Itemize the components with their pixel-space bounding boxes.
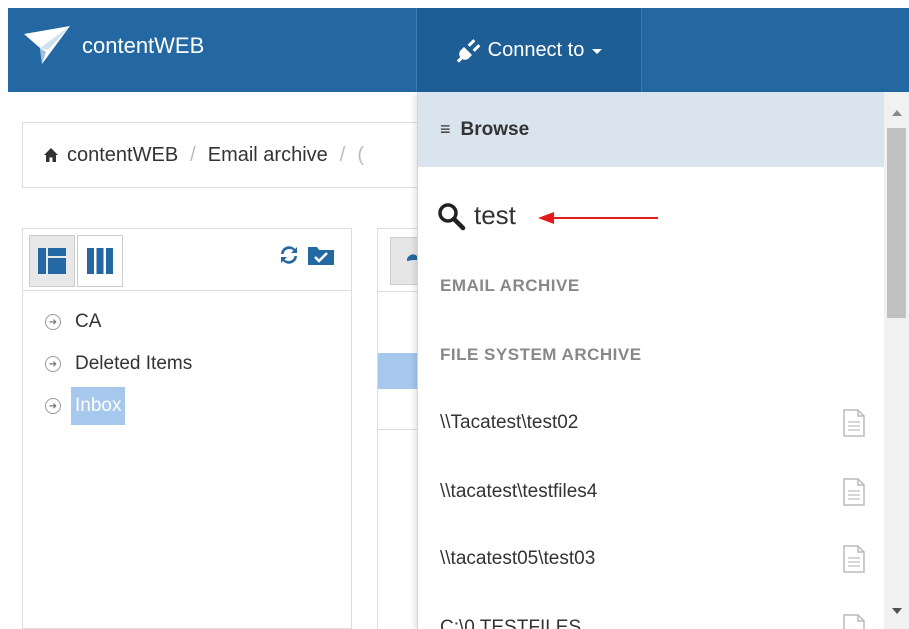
search-input[interactable]: [474, 200, 544, 231]
tree-item-label: Inbox: [71, 387, 126, 425]
plug-icon: [456, 39, 481, 63]
home-icon: [44, 148, 58, 162]
breadcrumb-item-truncated: (: [357, 143, 365, 166]
arrow-circle-right-icon: ➜: [45, 314, 61, 330]
browse-label: Browse: [460, 118, 530, 140]
columns-icon: [87, 248, 113, 274]
refresh-icon[interactable]: [277, 243, 301, 267]
folder-tree-toolbar: [23, 229, 351, 291]
archive-item[interactable]: \\tacatest05\test03: [440, 539, 865, 579]
folder-tree: ➜ CA ➜ Deleted Items ➜ Inbox: [23, 291, 351, 427]
folder-tree-actions: [277, 243, 335, 267]
layout-tree-view-button[interactable]: [29, 235, 75, 287]
top-navbar: contentWEB Connect to: [8, 8, 909, 92]
layout-panels-icon: [38, 248, 66, 274]
tree-item-label: CA: [75, 311, 102, 332]
list-icon: ≡: [440, 119, 451, 139]
tree-item-inbox[interactable]: ➜ Inbox: [23, 385, 351, 427]
browse-menu-item[interactable]: ≡ Browse: [418, 92, 885, 167]
arrow-circle-right-icon: ➜: [45, 356, 61, 372]
section-header-email-archive: EMAIL ARCHIVE: [440, 276, 580, 295]
archive-item[interactable]: \\Tacatest\test02: [440, 403, 865, 443]
tree-item-ca[interactable]: ➜ CA: [23, 301, 351, 343]
breadcrumb: contentWEB / Email archive / (: [22, 122, 442, 188]
breadcrumb-separator: /: [190, 143, 196, 166]
caret-down-icon: [592, 49, 603, 54]
document-icon: [843, 478, 865, 506]
arrow-circle-right-icon: ➜: [45, 398, 61, 414]
document-icon: [843, 545, 865, 573]
document-icon: [843, 409, 865, 437]
connect-to-dropdown-toggle[interactable]: Connect to: [416, 8, 642, 92]
breadcrumb-item-email-archive[interactable]: Email archive: [208, 144, 328, 167]
scroll-up-arrow-icon[interactable]: [892, 110, 902, 116]
folder-check-icon[interactable]: [307, 243, 335, 267]
annotation-arrow-icon: [538, 212, 658, 224]
brand-name: contentWEB: [82, 33, 205, 58]
search-icon: [438, 202, 466, 230]
section-header-file-system-archive: FILE SYSTEM ARCHIVE: [440, 345, 642, 364]
breadcrumb-separator: /: [339, 143, 346, 166]
archive-item[interactable]: \\tacatest\testfiles4: [440, 472, 865, 512]
archive-item-label: \\tacatest\testfiles4: [440, 481, 598, 502]
archive-item-label: C:\0 TESTFILES: [440, 617, 582, 629]
connect-to-dropdown-menu: ≡ Browse EMAIL ARCHIVE FILE SYSTEM ARCHI…: [417, 92, 909, 629]
scrollbar-thumb[interactable]: [887, 128, 906, 318]
archive-search: [436, 200, 544, 231]
archive-item-label: \\tacatest05\test03: [440, 548, 596, 569]
layout-columns-view-button[interactable]: [77, 235, 123, 287]
document-icon: [843, 614, 865, 629]
folder-tree-panel: ➜ CA ➜ Deleted Items ➜ Inbox: [22, 228, 352, 629]
archive-item-label: \\Tacatest\test02: [440, 412, 579, 433]
breadcrumb-item-contentweb[interactable]: contentWEB: [67, 144, 178, 167]
brand[interactable]: contentWEB: [22, 24, 204, 68]
dropdown-scrollbar[interactable]: [884, 92, 909, 629]
tree-item-deleted-items[interactable]: ➜ Deleted Items: [23, 343, 351, 385]
scroll-down-arrow-icon[interactable]: [892, 608, 902, 614]
tree-item-label: Deleted Items: [75, 353, 193, 374]
paper-plane-logo-icon: [24, 26, 70, 64]
archive-item[interactable]: C:\0 TESTFILES: [440, 608, 865, 629]
connect-to-label: Connect to: [487, 38, 585, 61]
